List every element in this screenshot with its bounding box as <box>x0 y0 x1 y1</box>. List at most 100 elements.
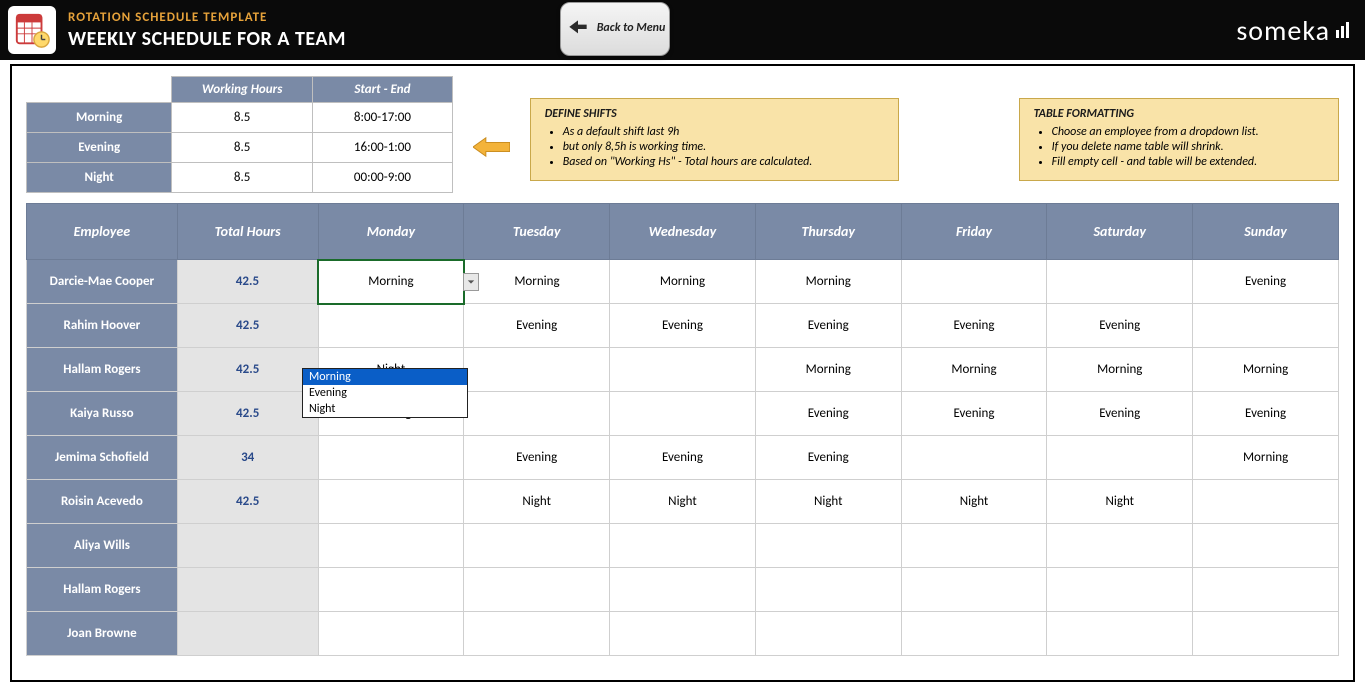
col-employee: Employee <box>27 204 178 260</box>
shift-cell[interactable]: Evening <box>1047 392 1193 436</box>
total-hours-cell: 42.5 <box>177 260 318 304</box>
shift-cell[interactable] <box>464 524 610 568</box>
total-hours-cell: 42.5 <box>177 348 318 392</box>
employee-cell[interactable]: Joan Browne <box>27 612 178 656</box>
shift-hours[interactable]: 8.5 <box>172 133 313 163</box>
shift-cell[interactable] <box>1193 524 1339 568</box>
shift-cell[interactable] <box>1047 260 1193 304</box>
shift-range[interactable]: 16:00-1:00 <box>312 133 452 163</box>
dropdown-option[interactable]: Morning <box>303 369 467 385</box>
shift-cell[interactable]: Night <box>901 480 1047 524</box>
shift-hours[interactable]: 8.5 <box>172 163 313 193</box>
shift-cell[interactable] <box>318 612 464 656</box>
shift-cell[interactable] <box>901 436 1047 480</box>
shift-cell[interactable] <box>464 392 610 436</box>
shift-cell[interactable]: Morning <box>1193 348 1339 392</box>
shift-cell[interactable]: Morning <box>318 260 464 304</box>
employee-cell[interactable]: Darcie-Mae Cooper <box>27 260 178 304</box>
shift-cell[interactable] <box>1047 568 1193 612</box>
shift-cell[interactable] <box>318 304 464 348</box>
employee-cell[interactable]: Kaiya Russo <box>27 392 178 436</box>
shift-cell[interactable] <box>755 568 901 612</box>
table-row: Rahim Hoover42.5EveningEveningEveningEve… <box>27 304 1339 348</box>
shift-cell[interactable]: Evening <box>610 304 756 348</box>
shift-cell[interactable]: Night <box>1047 480 1193 524</box>
employee-cell[interactable]: Roisin Acevedo <box>27 480 178 524</box>
shift-cell[interactable] <box>1193 612 1339 656</box>
shift-cell[interactable]: Evening <box>464 304 610 348</box>
shift-cell[interactable] <box>1193 304 1339 348</box>
shift-cell[interactable] <box>901 524 1047 568</box>
shift-cell[interactable]: Morning <box>755 260 901 304</box>
shift-cell[interactable]: Evening <box>1193 260 1339 304</box>
shift-cell[interactable] <box>1047 436 1193 480</box>
back-to-menu-button[interactable]: Back to Menu <box>560 2 670 56</box>
shift-dropdown-list[interactable]: Morning Evening Night <box>302 368 468 418</box>
shift-cell[interactable]: Morning <box>464 260 610 304</box>
shift-cell[interactable] <box>610 392 756 436</box>
shift-cell[interactable] <box>610 612 756 656</box>
dropdown-option[interactable]: Night <box>303 401 467 417</box>
employee-cell[interactable]: Aliya Wills <box>27 524 178 568</box>
shift-cell[interactable]: Evening <box>1193 392 1339 436</box>
total-hours-cell: 42.5 <box>177 392 318 436</box>
shift-cell[interactable]: Morning <box>1047 348 1193 392</box>
note-title: DEFINE SHIFTS <box>545 107 884 121</box>
shift-cell[interactable] <box>610 568 756 612</box>
col-saturday: Saturday <box>1047 204 1193 260</box>
shift-cell[interactable]: Evening <box>610 436 756 480</box>
shift-cell[interactable]: Night <box>464 480 610 524</box>
note-item: but only 8,5h is working time. <box>563 140 884 154</box>
shift-cell[interactable] <box>464 348 610 392</box>
shift-cell[interactable]: Morning <box>1193 436 1339 480</box>
app-header: ROTATION SCHEDULE TEMPLATE WEEKLY SCHEDU… <box>0 0 1365 60</box>
total-hours-cell: 42.5 <box>177 480 318 524</box>
shift-range[interactable]: 8:00-17:00 <box>312 103 452 133</box>
shift-cell[interactable] <box>1047 524 1193 568</box>
shift-cell[interactable] <box>1193 568 1339 612</box>
col-total-hours: Total Hours <box>177 204 318 260</box>
shift-cell[interactable] <box>464 568 610 612</box>
shift-cell[interactable] <box>610 524 756 568</box>
brand-logo: someka <box>1236 13 1349 48</box>
table-row: Hallam Rogers42.5NightMorningMorningMorn… <box>27 348 1339 392</box>
shift-cell[interactable] <box>318 524 464 568</box>
employee-cell[interactable]: Hallam Rogers <box>27 568 178 612</box>
shift-cell[interactable]: Night <box>610 480 756 524</box>
shift-cell[interactable] <box>1193 480 1339 524</box>
shift-cell[interactable] <box>901 612 1047 656</box>
shift-cell[interactable]: Evening <box>755 436 901 480</box>
shift-range[interactable]: 00:00-9:00 <box>312 163 452 193</box>
shift-cell[interactable] <box>318 568 464 612</box>
shift-cell[interactable]: Evening <box>901 304 1047 348</box>
employee-cell[interactable]: Jemima Schofield <box>27 436 178 480</box>
employee-cell[interactable]: Rahim Hoover <box>27 304 178 348</box>
shift-cell[interactable]: Night <box>755 480 901 524</box>
shift-cell[interactable] <box>1047 612 1193 656</box>
employee-cell[interactable]: Hallam Rogers <box>27 348 178 392</box>
dropdown-toggle[interactable] <box>463 273 479 291</box>
shift-cell[interactable] <box>901 568 1047 612</box>
shift-cell[interactable]: Evening <box>901 392 1047 436</box>
shift-cell[interactable]: Morning <box>755 348 901 392</box>
shift-cell[interactable]: Evening <box>755 304 901 348</box>
shift-cell[interactable] <box>755 524 901 568</box>
shift-cell[interactable]: Morning <box>901 348 1047 392</box>
shift-hours[interactable]: 8.5 <box>172 103 313 133</box>
shift-cell[interactable] <box>318 436 464 480</box>
shift-name: Night <box>27 163 172 193</box>
shift-cell[interactable]: Morning <box>610 260 756 304</box>
shift-cell[interactable] <box>318 480 464 524</box>
table-row: Joan Browne <box>27 612 1339 656</box>
shift-cell[interactable] <box>610 348 756 392</box>
app-icon <box>8 6 56 54</box>
shift-cell[interactable]: Evening <box>755 392 901 436</box>
shift-cell[interactable]: Evening <box>464 436 610 480</box>
shift-cell[interactable]: Evening <box>1047 304 1193 348</box>
note-item: Based on "Working Hs" - Total hours are … <box>563 155 884 169</box>
shift-cell[interactable] <box>755 612 901 656</box>
shift-cell[interactable] <box>901 260 1047 304</box>
dropdown-option[interactable]: Evening <box>303 385 467 401</box>
table-row: Roisin Acevedo42.5NightNightNightNightNi… <box>27 480 1339 524</box>
shift-cell[interactable] <box>464 612 610 656</box>
